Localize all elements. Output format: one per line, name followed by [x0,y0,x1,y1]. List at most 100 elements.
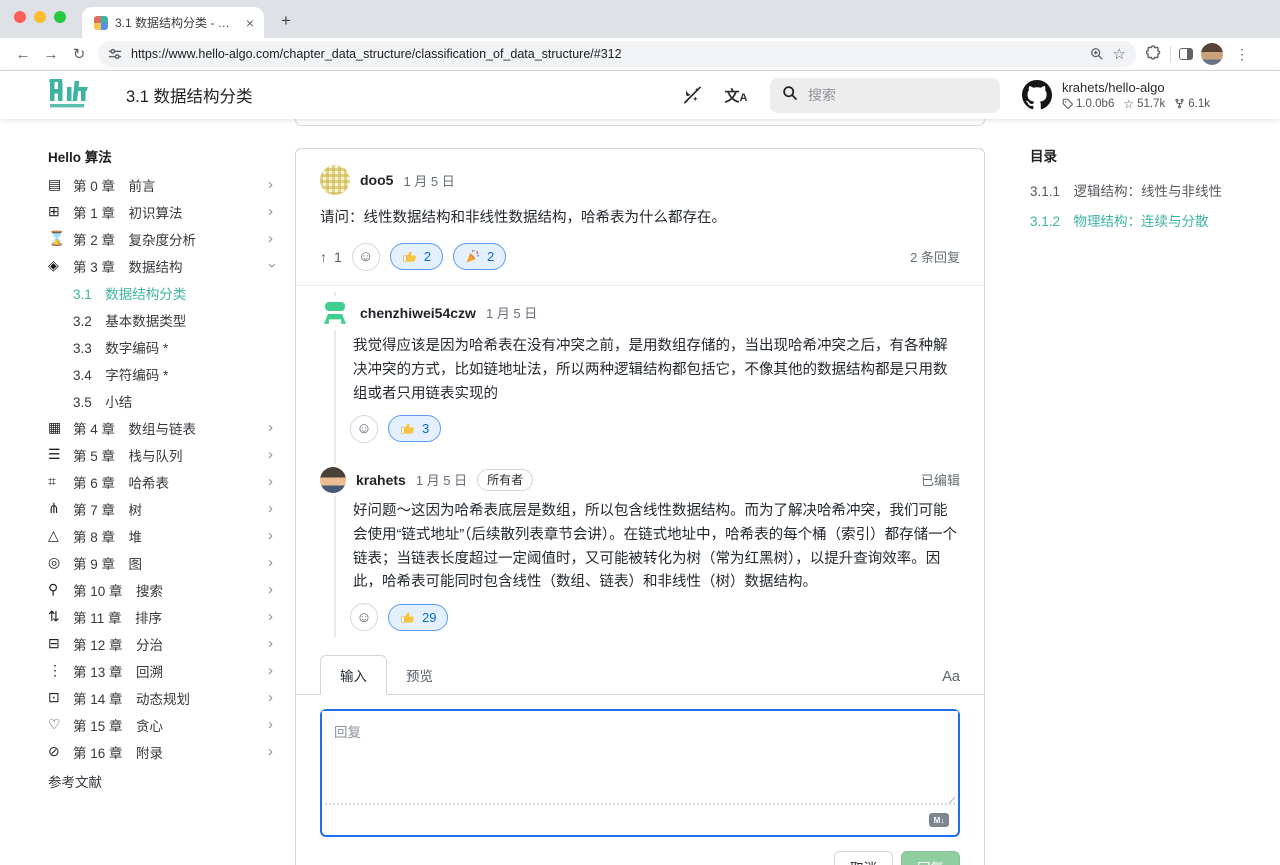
github-logo-icon [1022,80,1052,110]
sidebar-chapter[interactable]: ⌛第 2 章 复杂度分析› [48,225,277,252]
comment-footer: ↑ 1 ☺ 2 [296,231,984,285]
sidebar-chapter[interactable]: ♡第 15 章 贪心› [48,711,277,738]
markdown-icon[interactable]: M↓ [929,813,949,827]
comment-date[interactable]: 1 月 5 日 [403,171,454,190]
tab-write[interactable]: 输入 [320,655,387,695]
url-text[interactable]: https://www.hello-algo.com/chapter_data_… [131,47,1081,61]
sidebar-subitem[interactable]: 3.4 字符编码 * [48,360,277,387]
window-controls [14,0,66,38]
avatar[interactable] [320,165,350,195]
bookmark-star-icon[interactable]: ☆ [1113,45,1126,63]
sidebar-chapter[interactable]: ⊡第 14 章 动态规划› [48,684,277,711]
chapter-icon: ▦ [48,419,73,436]
sidebar-chapter[interactable]: ⊞第 1 章 初识算法› [48,198,277,225]
reaction-party[interactable]: 2 [453,243,506,270]
reaction-thumbs-up[interactable]: 3 [388,415,441,442]
theme-toggle-icon[interactable] [680,83,704,107]
reload-button[interactable]: ↻ [66,41,92,67]
back-button[interactable]: ← [10,41,36,67]
reply-submit-button[interactable]: 回复 [901,851,960,865]
reply-body: 我觉得应该是因为哈希表在没有冲突之前，是用数组存储的，当出现哈希冲突之后，有各种… [353,328,960,407]
text-format-button[interactable]: Aa [942,669,960,694]
sidebar-chapter[interactable]: ◈第 3 章 数据结构› [48,252,277,279]
sidebar-chapter[interactable]: ⋮第 13 章 回溯› [48,657,277,684]
browser-menu-icon[interactable]: ⋮ [1231,46,1253,63]
github-repo-link[interactable]: krahets/hello-algo 1.0.0b6 ☆ 51.7k 6.1k [1022,80,1210,111]
sidebar-subitem[interactable]: 3.2 基本数据类型 [48,306,277,333]
sidebar-chapter[interactable]: ▤第 0 章 前言› [48,171,277,198]
sidebar-subitem[interactable]: 3.3 数字编码 * [48,333,277,360]
minimize-window-button[interactable] [34,11,46,23]
nav-label: 第 1 章 初识算法 [73,202,268,222]
chapter-icon: △ [48,527,73,544]
reply-author[interactable]: chenzhiwei54czw [360,305,476,321]
reaction-count: 2 [487,249,494,264]
sidebar-chapter[interactable]: ⊟第 12 章 分治› [48,630,277,657]
sidebar-chapter[interactable]: ☰第 5 章 栈与队列› [48,441,277,468]
star-icon: ☆ [1123,97,1134,111]
reaction-count: 29 [422,610,436,625]
sidebar-chapter[interactable]: ⊘第 16 章 附录› [48,738,277,765]
hello-algo-logo[interactable] [48,78,92,112]
comment-header: doo5 1 月 5 日 [296,149,984,195]
extensions-icon[interactable] [1146,44,1162,65]
fullscreen-window-button[interactable] [54,11,66,23]
nav-label: 第 7 章 树 [73,499,268,519]
browser-tab[interactable]: 3.1 数据结构分类 - Hello 算法 × [82,7,264,38]
reply-footer: ☺ 29 [350,595,960,631]
comment-author[interactable]: doo5 [360,172,393,188]
site-settings-icon[interactable] [108,47,122,61]
sidebar-chapter[interactable]: ⇅第 11 章 排序› [48,603,277,630]
chevron-icon: › [268,581,277,598]
chevron-icon: › [268,473,277,490]
search-input[interactable] [808,87,958,103]
cancel-button[interactable]: 取消 [834,851,893,865]
reply-textarea[interactable] [322,711,958,803]
chapter-icon: ⋮ [48,662,73,679]
sidebar-subitem[interactable]: 3.5 小结 [48,387,277,414]
reply-date[interactable]: 1 月 5 日 [486,303,537,322]
side-panel-icon[interactable] [1179,48,1193,60]
reply-author[interactable]: krahets [356,472,406,488]
sidebar-chapter[interactable]: ⚲第 10 章 搜索› [48,576,277,603]
tab-close-icon[interactable]: × [244,15,256,31]
avatar[interactable] [320,467,346,493]
reaction-thumbs-up[interactable]: 2 [390,243,443,270]
nav-label: 第 6 章 哈希表 [73,472,268,492]
forward-button[interactable]: → [38,41,64,67]
sidebar-chapter[interactable]: ◎第 9 章 图› [48,549,277,576]
zoom-page-icon[interactable] [1090,47,1104,61]
new-tab-button[interactable]: + [272,7,300,35]
toc-item[interactable]: 3.1.2 物理结构：连续与分散 [1030,205,1280,235]
sidebar-chapter[interactable]: △第 8 章 堆› [48,522,277,549]
nav-label: 第 12 章 分治 [73,634,268,654]
add-reaction-button[interactable]: ☺ [350,603,378,631]
chapter-icon: ◎ [48,554,73,571]
upvote-count: 1 [334,249,342,265]
nav-label: 第 13 章 回溯 [73,661,268,681]
chevron-icon: › [268,608,277,625]
nav-label: Hello 算法 [48,146,277,166]
toc-item[interactable]: 3.1.1 逻辑结构：线性与非线性 [1030,175,1280,205]
sidebar-subitem[interactable]: 3.1 数据结构分类 [48,279,277,306]
add-reaction-button[interactable]: ☺ [350,415,378,443]
site-header: 3.1 数据结构分类 文A krahets/hel [0,71,1280,119]
search-box[interactable] [770,78,1000,113]
toc-panel: 目录 3.1.1 逻辑结构：线性与非线性3.1.2 物理结构：连续与分散 [985,119,1280,865]
sidebar-chapter[interactable]: ▦第 4 章 数组与链表› [48,414,277,441]
chapter-icon: ◈ [48,257,73,274]
sidebar-footer-link[interactable]: 参考文献 [48,767,277,794]
sidebar-chapter[interactable]: ⌗第 6 章 哈希表› [48,468,277,495]
nav-label: 3.1 数据结构分类 [73,283,277,303]
avatar[interactable] [320,298,350,328]
tab-preview[interactable]: 预览 [387,656,452,694]
add-reaction-button[interactable]: ☺ [352,243,380,271]
reply-date[interactable]: 1 月 5 日 [416,470,467,489]
close-window-button[interactable] [14,11,26,23]
browser-profile-avatar[interactable] [1201,43,1223,65]
address-bar[interactable]: https://www.hello-algo.com/chapter_data_… [98,41,1136,67]
upvote-button[interactable]: ↑ 1 [320,249,342,265]
reaction-thumbs-up[interactable]: 29 [388,604,448,631]
sidebar-chapter[interactable]: ⋔第 7 章 树› [48,495,277,522]
translate-icon[interactable]: 文A [724,83,748,107]
